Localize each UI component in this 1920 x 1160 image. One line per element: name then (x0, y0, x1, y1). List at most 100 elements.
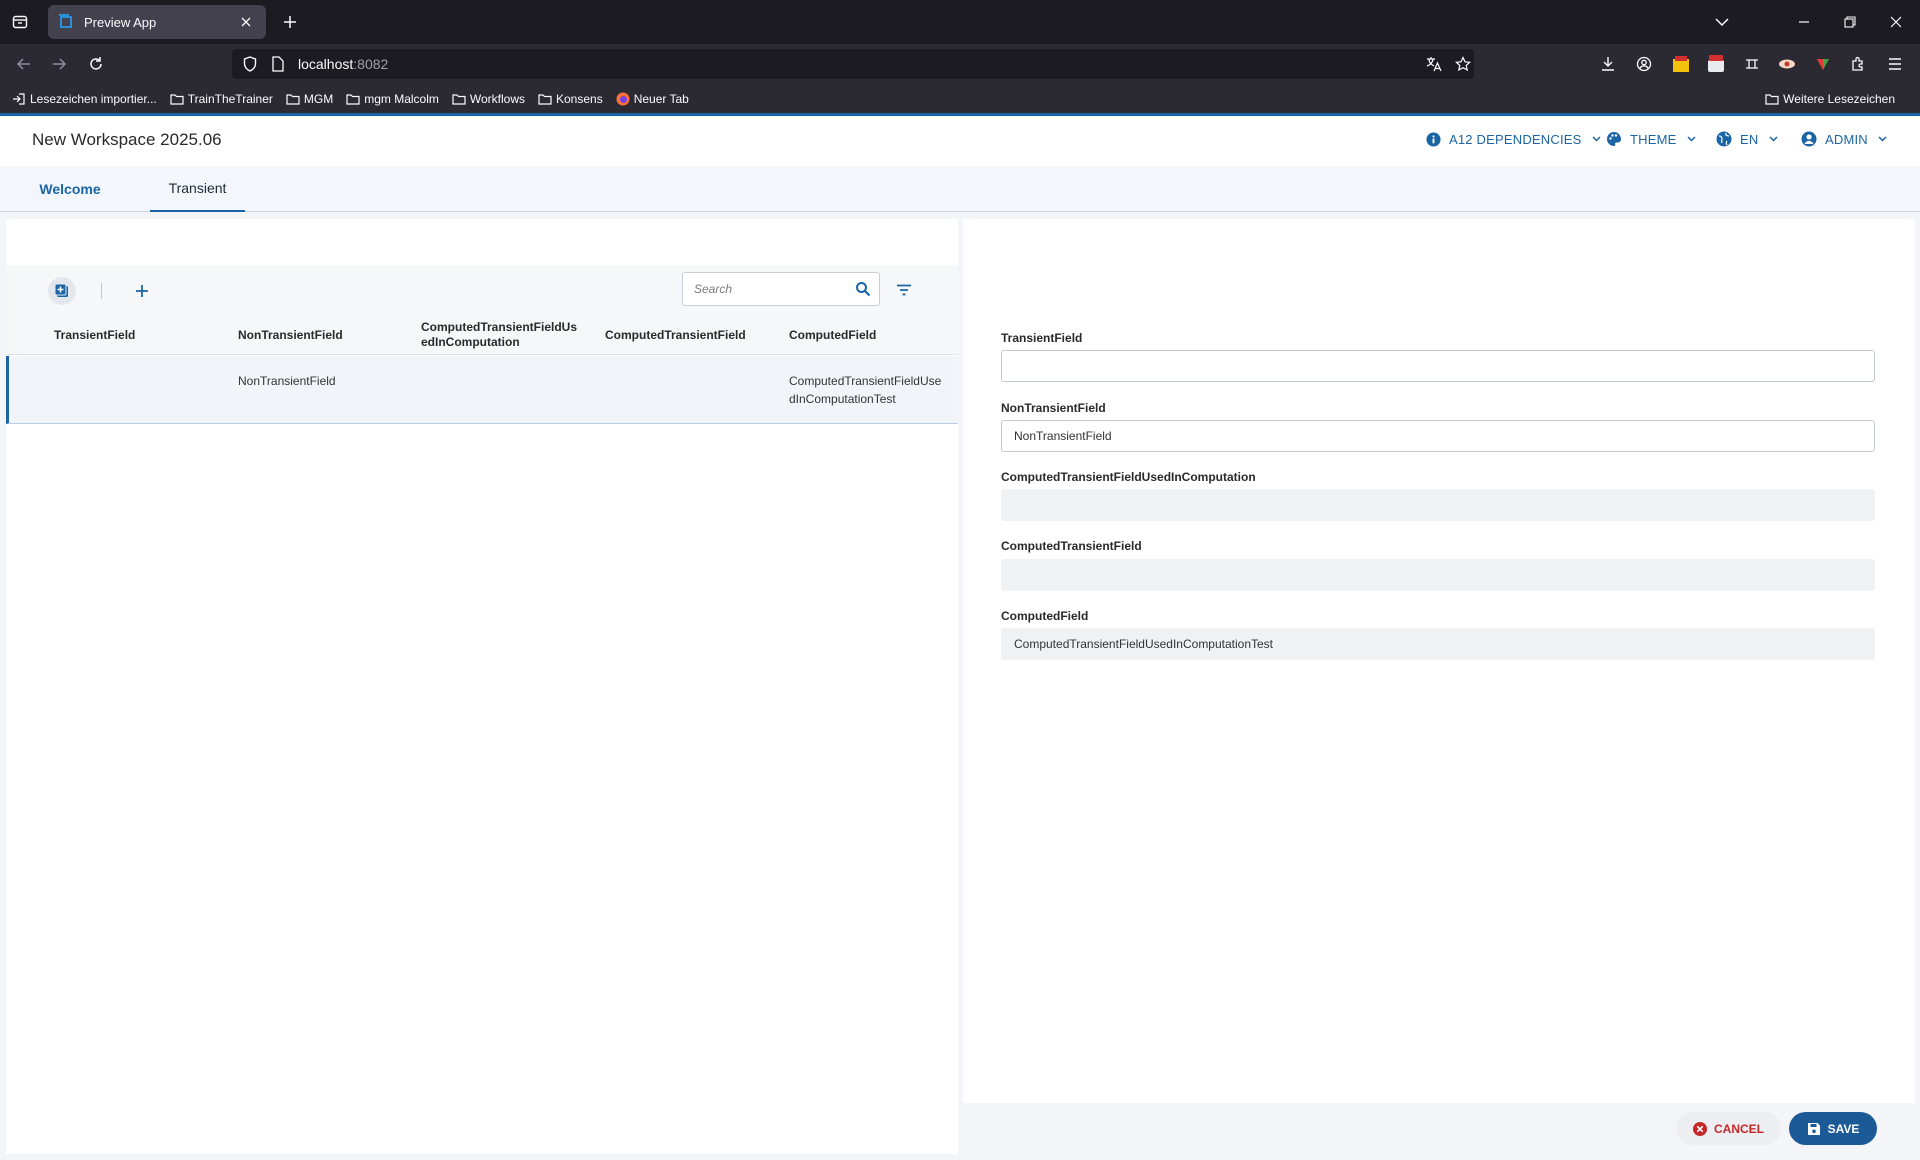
nontransientfield-input[interactable] (1001, 420, 1875, 452)
tab-transient[interactable]: Transient (150, 166, 245, 212)
cell-nontransientfield: NonTransientField (238, 374, 336, 388)
tab-welcome[interactable]: Welcome (20, 166, 120, 212)
bookmark-label: Lesezeichen importier... (30, 91, 157, 106)
extension-tool-icon[interactable] (1740, 52, 1764, 76)
info-circle-icon (1425, 131, 1441, 147)
folder-icon (170, 92, 184, 106)
palette-icon (1606, 131, 1622, 147)
bookmark-folder[interactable]: Workflows (452, 92, 525, 106)
transientfield-input[interactable] (1001, 350, 1875, 382)
user-menu[interactable]: ADMIN (1801, 131, 1888, 147)
tracking-shield-icon[interactable] (242, 56, 258, 72)
field-label-transientfield: TransientField (1001, 331, 1083, 345)
close-window-icon[interactable] (1884, 10, 1908, 34)
reload-icon[interactable] (84, 52, 108, 76)
computedtransientfieldusedincomputation-input (1001, 489, 1875, 521)
table-header: TransientField NonTransientField Compute… (6, 315, 958, 355)
browser-tab[interactable]: Preview App (48, 5, 266, 39)
bookmark-label: MGM (303, 91, 334, 106)
minimize-window-icon[interactable] (1792, 10, 1816, 34)
close-tab-icon[interactable] (236, 12, 256, 32)
save-disk-icon (1807, 1122, 1821, 1136)
url-port: :8082 (353, 56, 389, 72)
extension-eye-icon[interactable] (1775, 52, 1799, 76)
extension-off-icon[interactable] (1669, 52, 1693, 76)
menu-hamburger-icon[interactable] (1883, 52, 1907, 76)
search-input[interactable] (694, 282, 844, 296)
app-header: New Workspace 2025.06 A12 DEPENDENCIES T… (0, 116, 1920, 166)
add-document-icon[interactable] (48, 277, 76, 305)
bookmark-label: TrainTheTrainer (187, 91, 273, 106)
folder-icon (1765, 92, 1779, 106)
url-bar[interactable]: localhost:8082 (232, 49, 1474, 79)
column-header-transientfield[interactable]: TransientField (54, 315, 214, 355)
translate-icon[interactable] (1424, 54, 1444, 74)
tab-overview-icon[interactable] (6, 8, 34, 36)
bookmark-folder[interactable]: mgm Malcolm (346, 92, 439, 106)
column-header-computedfield[interactable]: ComputedField (789, 315, 949, 355)
bookmark-label: mgm Malcolm (364, 91, 439, 106)
column-header-computedtransientfield[interactable]: ComputedTransientField (605, 315, 765, 355)
back-arrow-icon[interactable] (12, 52, 36, 76)
a12-dependencies-label: A12 DEPENDENCIES (1449, 131, 1582, 147)
bookmark-star-icon[interactable] (1453, 54, 1473, 74)
bookmark-import[interactable]: Lesezeichen importier... (12, 92, 157, 106)
theme-label: THEME (1630, 131, 1677, 147)
a12-dependencies-menu[interactable]: A12 DEPENDENCIES (1425, 131, 1602, 147)
caret-down-icon (1592, 134, 1602, 144)
restore-window-icon[interactable] (1838, 10, 1862, 34)
cancel-label: CANCEL (1714, 1121, 1764, 1136)
bookmark-label: Neuer Tab (633, 91, 689, 106)
folder-icon (346, 92, 360, 106)
bookmark-folder[interactable]: Konsens (538, 92, 603, 106)
other-bookmarks[interactable]: Weitere Lesezeichen (1765, 84, 1895, 113)
field-label-computedtransientfield: ComputedTransientField (1001, 539, 1142, 553)
browser-tab-title: Preview App (84, 14, 157, 30)
globe-icon (1716, 131, 1732, 147)
search-icon[interactable] (855, 281, 871, 297)
bookmark-label: Workflows (469, 91, 525, 106)
new-tab-plus-icon[interactable] (279, 11, 301, 33)
app-tab-bar: Welcome Transient (0, 166, 1920, 212)
list-panel: TransientField NonTransientField Compute… (6, 219, 958, 1154)
computedfield-input (1001, 628, 1875, 660)
add-plus-icon[interactable] (128, 277, 156, 305)
bookmark-folder[interactable]: MGM (286, 92, 333, 106)
filter-icon[interactable] (892, 278, 916, 302)
search-field[interactable] (682, 272, 880, 306)
caret-down-icon (1768, 134, 1778, 144)
column-header-nontransientfield[interactable]: NonTransientField (238, 315, 398, 355)
save-button[interactable]: SAVE (1789, 1112, 1877, 1145)
column-header-computedtransientfieldusedincomputation[interactable]: ComputedTransientFieldUsedInComputation (421, 315, 579, 355)
account-icon[interactable] (1632, 52, 1656, 76)
list-all-tabs-chevron-icon[interactable] (1710, 10, 1734, 34)
computedtransientfield-input (1001, 559, 1875, 591)
bookmark-folder[interactable]: TrainTheTrainer (170, 92, 273, 106)
forward-arrow-icon[interactable] (47, 52, 71, 76)
cell-computedfield: ComputedTransientFieldUsedInComputationT… (789, 374, 942, 406)
browser-tab-bar: Preview App (0, 0, 1920, 44)
cancel-x-circle-icon (1693, 1121, 1707, 1136)
theme-menu[interactable]: THEME (1606, 131, 1697, 147)
extension-color-icon[interactable] (1811, 52, 1835, 76)
caret-down-icon (1687, 134, 1697, 144)
other-bookmarks-label: Weitere Lesezeichen (1783, 91, 1895, 106)
bookmarks-toolbar: Lesezeichen importier... TrainTheTrainer… (0, 84, 1920, 113)
table-row[interactable]: NonTransientField ComputedTransientField… (6, 356, 958, 424)
bookmark-link[interactable]: Neuer Tab (616, 92, 689, 106)
field-label-computedfield: ComputedField (1001, 609, 1089, 623)
browser-nav-bar: localhost:8082 (0, 44, 1920, 84)
save-label: SAVE (1827, 1121, 1860, 1136)
url-host: localhost (298, 56, 354, 72)
list-toolbar (6, 265, 958, 315)
language-menu[interactable]: EN (1716, 131, 1778, 147)
language-label: EN (1740, 131, 1759, 147)
extensions-puzzle-icon[interactable] (1846, 52, 1870, 76)
import-icon (12, 92, 26, 106)
form-footer: CANCEL SAVE (963, 1103, 1915, 1154)
extension-new-icon[interactable] (1704, 52, 1728, 76)
cancel-button[interactable]: CANCEL (1676, 1112, 1781, 1145)
workspace-title: New Workspace 2025.06 (32, 130, 222, 149)
page-info-icon[interactable] (270, 56, 286, 72)
downloads-icon[interactable] (1596, 52, 1620, 76)
